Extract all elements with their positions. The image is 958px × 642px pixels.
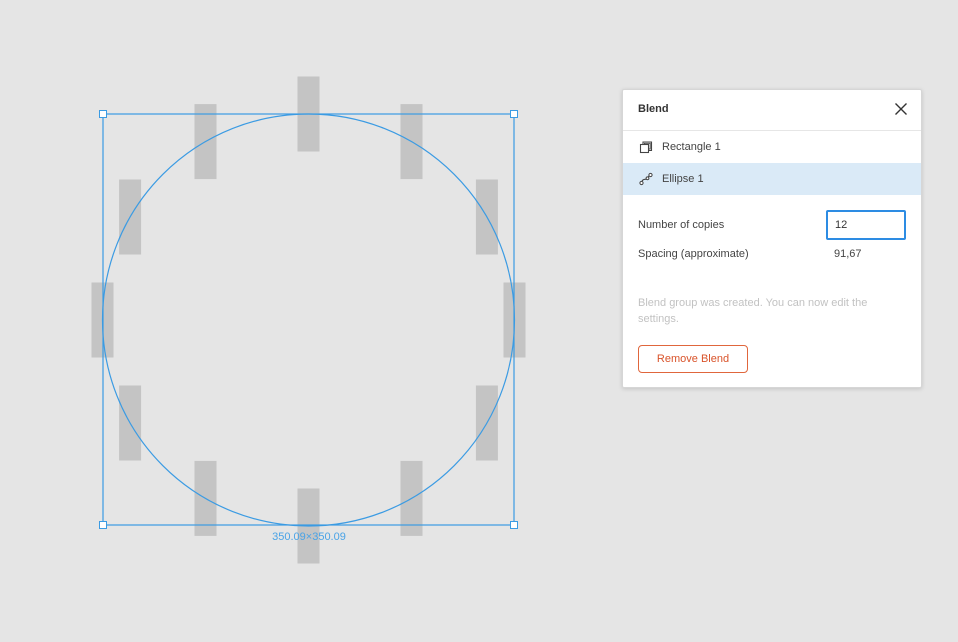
info-note: Blend group was created. You can now edi…: [638, 297, 868, 325]
layer-row-ellipse[interactable]: Ellipse 1: [623, 163, 921, 195]
selection-size-label: 350.09×350.09: [272, 531, 346, 543]
selection-box: [102, 113, 515, 526]
resize-handle-bottom-left[interactable]: [99, 521, 107, 529]
spacing-value: 91,67: [834, 248, 862, 260]
remove-blend-button[interactable]: Remove Blend: [638, 345, 748, 373]
resize-handle-bottom-right[interactable]: [510, 521, 518, 529]
copies-input[interactable]: [826, 210, 906, 240]
blend-copies[interactable]: [91, 76, 526, 564]
layer-label: Ellipse 1: [662, 173, 704, 185]
layer-label: Rectangle 1: [662, 141, 721, 153]
copies-label: Number of copies: [638, 219, 725, 231]
panel-title: Blend: [638, 103, 669, 115]
close-icon: [895, 103, 907, 115]
copies-row: Number of copies: [623, 210, 921, 246]
resize-handle-top-left[interactable]: [99, 110, 107, 118]
ellipse-path[interactable]: [101, 113, 516, 527]
resize-handle-top-right[interactable]: [510, 110, 518, 118]
close-button[interactable]: [893, 101, 909, 117]
spacing-label: Spacing (approximate): [638, 248, 749, 260]
path-curve-icon: [639, 172, 653, 186]
blend-panel: Blend Rectangle 1 Ellipse 1 Number of co…: [622, 89, 922, 388]
panel-header: Blend: [623, 90, 921, 131]
layer-row-rectangle[interactable]: Rectangle 1: [623, 131, 921, 163]
spacing-row: Spacing (approximate) 91,67: [623, 246, 921, 282]
copy-stack-icon: [639, 141, 653, 154]
